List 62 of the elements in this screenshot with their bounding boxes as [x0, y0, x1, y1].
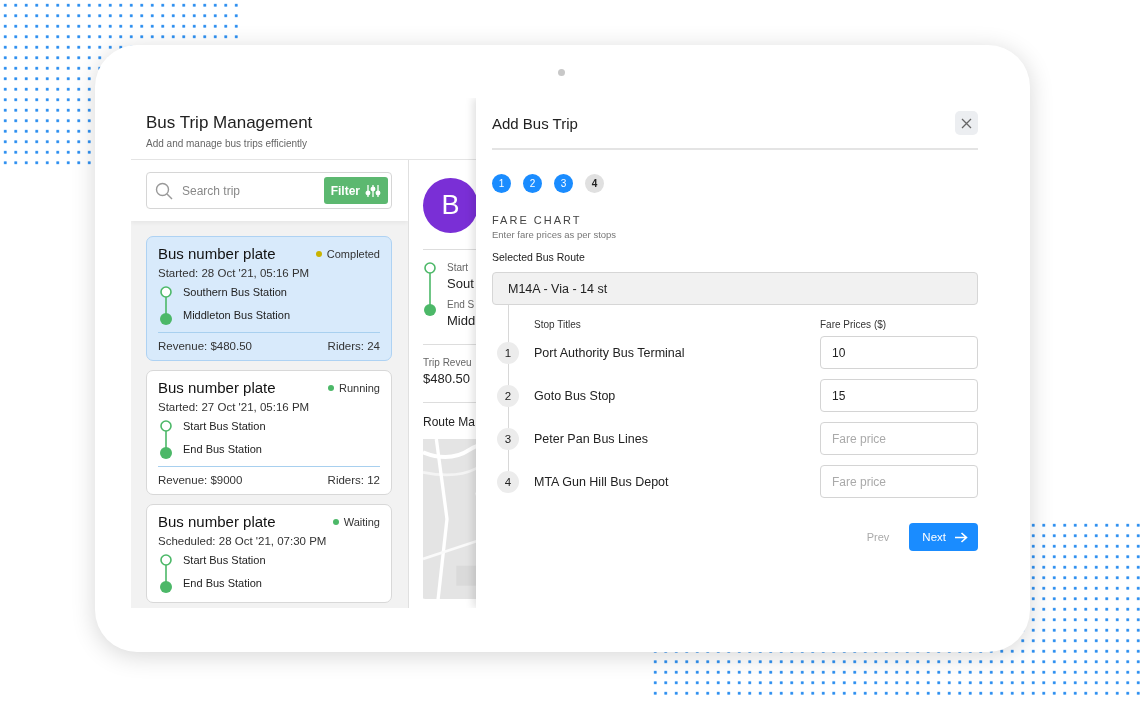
trip-time: Scheduled: 28 Oct '21, 07:30 PM: [158, 535, 328, 547]
trip-title: Bus number plate: [158, 513, 276, 530]
station-name: Southern Bus Station: [183, 286, 288, 298]
arrow-right-icon: [955, 531, 968, 543]
trip-time: Started: 28 Oct '21, 05:16 PM: [158, 267, 311, 279]
stop-title: Goto Bus Stop: [534, 388, 617, 403]
trip-title: Bus number plate: [158, 245, 276, 262]
stop-number: 1: [497, 341, 519, 364]
route-field[interactable]: M14A - Via - 14 st: [492, 272, 978, 305]
station-name: Middleton Bus Station: [183, 309, 290, 321]
close-button[interactable]: [955, 111, 978, 135]
trip-status: Running: [339, 381, 380, 394]
stop-number: 4: [497, 470, 519, 493]
modal-title: Add Bus Trip: [492, 114, 578, 132]
route-line-icon: [159, 554, 173, 594]
trip-riders: Riders: 24: [327, 340, 380, 352]
trip-revenue: Revenue: $9000: [158, 474, 243, 486]
end-label: End S: [447, 299, 476, 310]
route-line-icon: [159, 420, 173, 460]
fare-input[interactable]: 10: [820, 336, 978, 369]
trip-card[interactable]: Bus number plate Waiting Scheduled: 28 Oct '21, 07:30 PM Start Bus Station End Bus Station: [146, 504, 392, 603]
station-name: End Bus Station: [183, 443, 263, 455]
stop-number: 3: [497, 427, 519, 450]
revenue-label: Trip Reveu: [423, 357, 473, 368]
stop-title: Peter Pan Bus Lines: [534, 431, 649, 446]
column-header: Fare Prices ($): [820, 319, 888, 330]
route-line-icon: [159, 286, 173, 326]
trip-card[interactable]: Bus number plate Completed Started: 28 Oct '21, 05:16 PM Southern Bus Station Middleton Bus Station Revenue: $480.50 Riders: 24: [146, 236, 392, 361]
camera-dot: [558, 69, 565, 76]
sliders-icon: [365, 184, 381, 197]
fare-input[interactable]: 15: [820, 379, 978, 412]
page-subtitle: Add and manage bus trips efficiently: [146, 138, 309, 149]
column-header: Stop Titles: [534, 319, 582, 330]
stop-title: Port Authority Bus Terminal: [534, 345, 686, 360]
revenue-value: $480.50: [423, 371, 471, 386]
station-name: Start Bus Station: [183, 420, 266, 432]
avatar: B: [423, 178, 476, 233]
section-hint: Enter fare prices as per stops: [492, 229, 618, 240]
trip-time: Started: 27 Oct '21, 05:16 PM: [158, 401, 311, 413]
route-line-icon: [423, 262, 437, 318]
trip-card[interactable]: Bus number plate Running Started: 27 Oct '21, 05:16 PM Start Bus Station End Bus Station Revenue: $9000 Riders: 12: [146, 370, 392, 495]
trip-riders: Riders: 12: [327, 474, 380, 486]
trip-status: Completed: [326, 247, 380, 260]
close-icon: [961, 117, 972, 129]
trip-status: Waiting: [343, 515, 380, 528]
page-title: Bus Trip Management: [146, 113, 314, 133]
station-name: End Bus Station: [183, 577, 263, 589]
start-station: Sout: [447, 276, 475, 291]
end-station: Midd: [447, 313, 476, 328]
search-icon: [155, 181, 173, 200]
stop-title: MTA Gun Hill Bus Depot: [534, 474, 670, 489]
trip-revenue: Revenue: $480.50: [158, 340, 252, 352]
trip-title: Bus number plate: [158, 379, 276, 396]
section-title: FARE CHART: [492, 214, 583, 226]
fare-input[interactable]: Fare price: [820, 465, 978, 498]
fare-input[interactable]: Fare price: [820, 422, 978, 455]
step-indicator[interactable]: 4: [585, 174, 604, 193]
stop-number: 2: [497, 384, 519, 407]
map-title: Route Ma: [423, 415, 476, 429]
start-label: Start: [447, 262, 470, 273]
station-name: Start Bus Station: [183, 554, 266, 566]
field-label: Selected Bus Route: [492, 251, 586, 263]
